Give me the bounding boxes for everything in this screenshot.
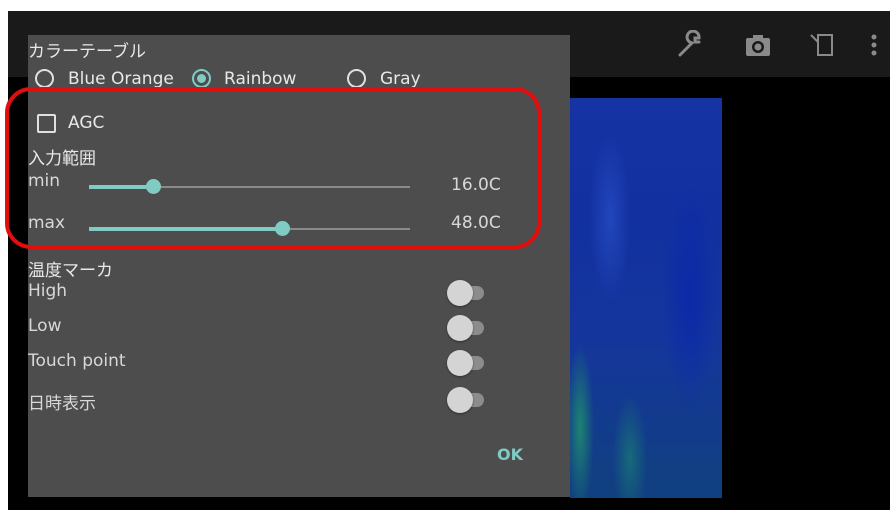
low-switch[interactable] [447,315,484,341]
high-switch[interactable] [447,280,484,306]
touch-point-switch[interactable] [447,350,484,376]
radio-label-blue-orange[interactable]: Blue Orange [68,69,174,89]
color-table-title: カラーテーブル [28,42,146,62]
highlight-annotation [5,87,541,249]
datetime-label: 日時表示 [28,394,96,414]
more-vert-icon[interactable] [858,29,890,61]
split-view-icon[interactable] [806,29,838,61]
wrench-icon[interactable] [674,29,706,61]
thermal-camera-image[interactable] [570,98,722,498]
radio-label-gray[interactable]: Gray [380,69,421,89]
low-label: Low [28,316,62,336]
radio-gray[interactable] [347,69,366,88]
high-label: High [28,281,68,301]
camera-icon[interactable] [742,29,774,61]
touch-point-switch-thumb [447,350,473,376]
datetime-switch-thumb [447,387,473,413]
datetime-switch[interactable] [447,387,484,413]
ok-button[interactable]: OK [497,445,523,464]
touch-point-label: Touch point [28,351,126,371]
radio-rainbow[interactable] [192,69,211,88]
temp-marker-title: 温度マーカ [28,261,113,281]
radio-label-rainbow[interactable]: Rainbow [224,69,296,89]
high-switch-thumb [447,280,473,306]
low-switch-thumb [447,315,473,341]
radio-blue-orange[interactable] [35,69,54,88]
